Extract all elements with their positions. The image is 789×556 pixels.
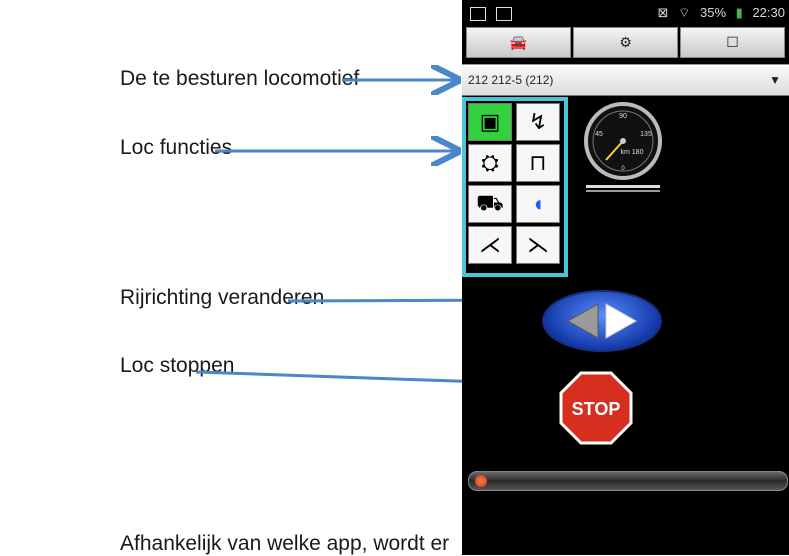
pantograph-icon: ⋋ [527,232,549,257]
chevron-down-icon: ▼ [769,73,781,87]
tab-car[interactable]: 🚘 [466,27,571,58]
battery-icon: ▮ [735,5,743,20]
function-pantograph-right-button[interactable]: ⋋ [516,226,560,264]
function-cab-button[interactable]: ⛟ [468,185,512,223]
locomotive-selector[interactable]: 212 212-5 (212) ▼ [462,64,789,96]
headlight-icon: ↯ [528,109,548,134]
top-tab-bar: 🚘 ⚙ ☐ [462,27,789,58]
speed-slider-handle[interactable] [475,475,487,487]
function-signal-button[interactable]: ⊓ [516,144,560,182]
speedometer: 90 45 135 km 180 0 [584,102,662,192]
notification-icon [470,6,486,21]
tab-train-switch[interactable]: ⚙ [573,27,678,58]
function-lights-button[interactable]: ▣ [468,103,512,141]
gauge-tick-45: 45 [595,131,603,138]
gauge-tick-135: 135 [640,131,652,138]
pantograph-icon: ⋌ [479,232,501,257]
signal-icon: ⊓ [529,150,547,175]
mute-icon: ⊠ [657,5,669,20]
train-switch-icon: ⚙ [619,34,632,50]
phone-screen: ⊠ ⌔ 35% ▮ 22:30 🚘 ⚙ ☐ 212 212-5 (212) ▼ … [462,0,789,555]
direction-toggle-button[interactable] [542,290,662,352]
locomotive-lights-icon: ▣ [479,109,501,134]
stop-button[interactable]: STOP [558,370,634,446]
stop-sign-icon: STOP [559,371,633,445]
stop-label: STOP [572,399,621,419]
function-beam-button[interactable]: ◖ [516,185,560,223]
signal-percent: 35% [700,5,727,20]
cab-icon: ⛟ [476,189,504,215]
gauge-tick-180: km 180 [621,149,644,156]
annotation-arrows [195,0,470,384]
function-headlight-button[interactable]: ↯ [516,103,560,141]
status-bar: ⊠ ⌔ 35% ▮ 22:30 [462,0,789,26]
function-shunting-button[interactable]: ⛭ [468,144,512,182]
image-icon [495,6,512,21]
high-beam-icon: ◖ [531,191,545,216]
arrow-stop [195,370,470,384]
speed-slider[interactable] [468,471,788,491]
car-icon: 🚘 [509,34,528,50]
tab-window[interactable]: ☐ [680,27,785,58]
clock: 22:30 [752,5,785,20]
shunting-icon: ⛭ [481,150,499,175]
function-pantograph-left-button[interactable]: ⋌ [468,226,512,264]
locomotive-name: 212 212-5 (212) [468,73,554,87]
wifi-icon: ⌔ [678,5,691,20]
direction-arrows-icon [566,303,638,339]
function-panel: ▣ ↯ ⛭ ⊓ ⛟ ◖ ⋌ ⋋ [462,97,568,277]
window-icon: ☐ [726,34,739,50]
arrow-direction [287,298,470,303]
gauge-tick-90: 90 [619,113,627,120]
